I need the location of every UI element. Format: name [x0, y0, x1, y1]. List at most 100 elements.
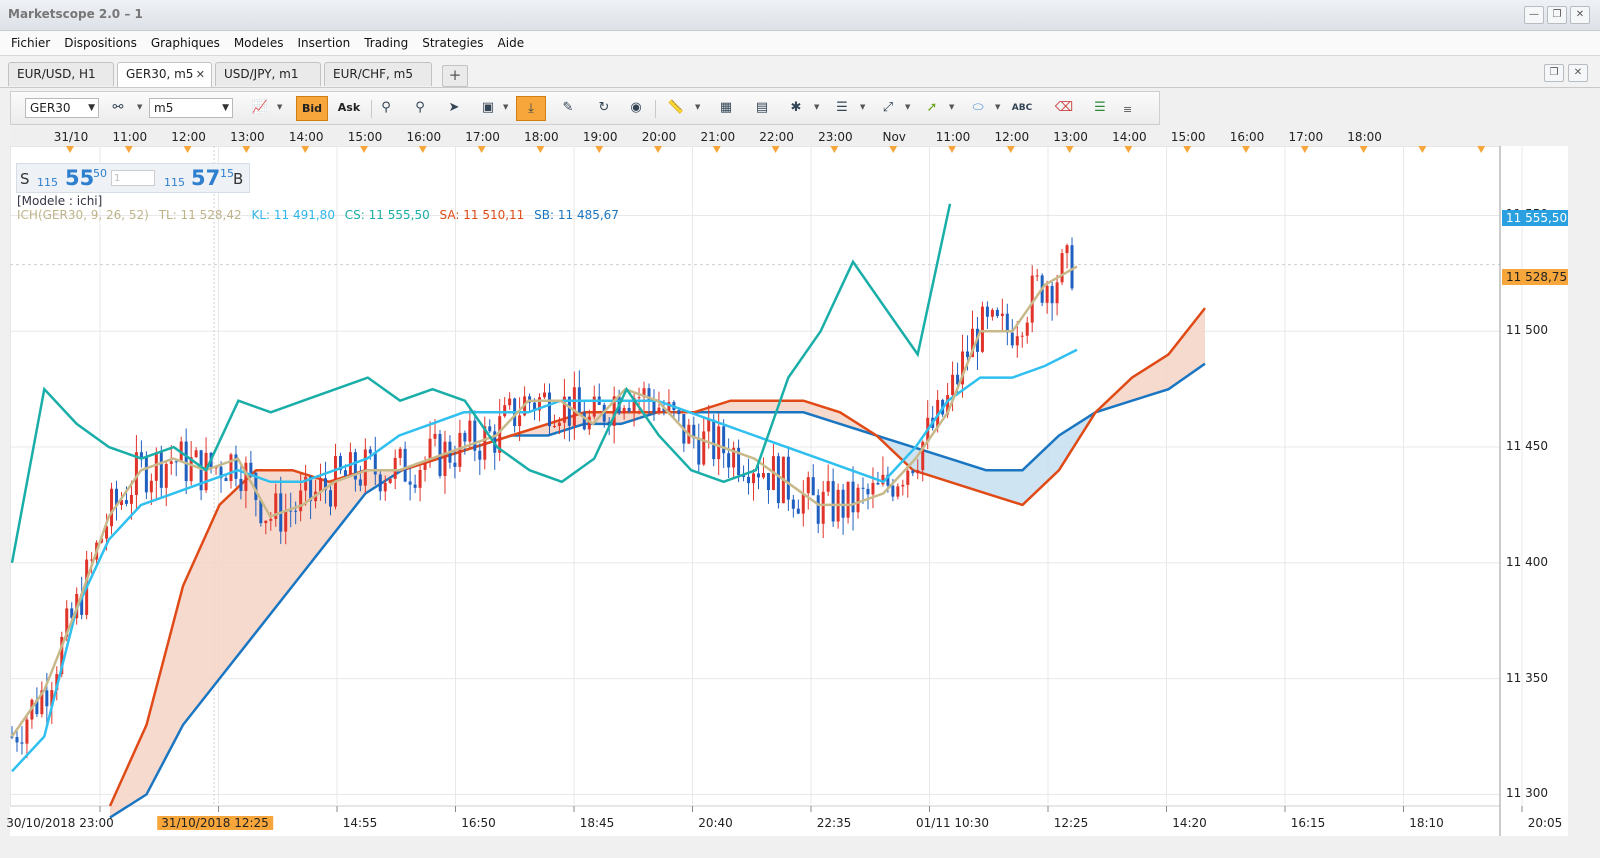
candle-body [428, 438, 432, 461]
candle-body [164, 463, 168, 488]
scroll-to-end-icon[interactable]: ⤓ [516, 96, 546, 121]
bottom-time-axis: 30/10/2018 23:00 31/10/2018 12:25 14:55 16:… [6, 812, 1562, 836]
menu-trading[interactable]: Trading [357, 31, 415, 55]
candle-body [1020, 335, 1024, 337]
candle-body [169, 461, 173, 464]
tab-usdjpy-m1[interactable]: USD/JPY, m1 [215, 62, 321, 86]
eraser-icon[interactable]: ⌫ [1051, 96, 1077, 121]
channel-icon[interactable]: ⤢ [875, 96, 901, 121]
panel-restore-button[interactable]: ❐ [1544, 64, 1564, 82]
candle-body [249, 462, 253, 473]
tab-ger30-m5[interactable]: GER30, m5 ✕ [117, 62, 212, 87]
price-axis-label: 11 500 [1506, 323, 1548, 338]
chevron-down-icon[interactable]: ▼ [860, 103, 865, 111]
candle-body [980, 306, 984, 352]
chevron-down-icon[interactable]: ▼ [695, 103, 700, 111]
horizontal-lines-icon[interactable]: ☰ [829, 96, 855, 121]
ruler-icon[interactable]: 📏 [663, 96, 689, 121]
pointer-icon[interactable]: ➤ [441, 96, 467, 121]
chevron-down-icon[interactable]: ▼ [995, 103, 1000, 111]
candle-body [786, 456, 790, 500]
bottom-time-label[interactable]: 31/10/2018 12:25 [157, 816, 273, 830]
sell-label[interactable]: S [20, 170, 30, 188]
hierarchy-icon[interactable]: ☰ [1087, 96, 1113, 121]
candle-body [433, 433, 437, 439]
globe-icon[interactable]: ◉ [623, 96, 649, 121]
candle-body [702, 431, 706, 465]
sell-price[interactable]: 55 [65, 166, 94, 190]
menu-graphiques[interactable]: Graphiques [144, 31, 227, 55]
candle-body [239, 478, 243, 492]
ask-button[interactable]: Ask [333, 96, 365, 121]
buy-prefix: 115 [164, 176, 185, 189]
menu-modeles[interactable]: Modeles [227, 31, 291, 55]
instrument-select[interactable]: GER30 ▼ [25, 98, 99, 118]
add-tab-button[interactable]: + [442, 65, 468, 87]
candle-body [756, 473, 760, 478]
candle-body [1035, 275, 1039, 277]
trendline-icon[interactable]: ➚ [919, 96, 945, 121]
fibonacci-icon[interactable]: ✱ [783, 96, 809, 121]
tab-label: GER30, m5 [126, 67, 194, 81]
chevron-down-icon[interactable]: ▼ [949, 103, 954, 111]
instrument-value: GER30 [30, 101, 71, 115]
menu-insertion[interactable]: Insertion [291, 31, 358, 55]
top-time-scale: 31/10 11:00 12:00 13:00 14:00 15:00 16:00 17:00… [10, 128, 1382, 146]
chevron-down-icon[interactable]: ▼ [277, 103, 282, 111]
candle-body [572, 387, 576, 426]
buy-label[interactable]: B [233, 170, 243, 188]
candle-body [1025, 322, 1029, 336]
menu-dispositions[interactable]: Dispositions [57, 31, 144, 55]
candle-body [408, 481, 412, 485]
close-tab-icon[interactable]: ✕ [196, 63, 205, 86]
candle-body [1045, 285, 1049, 303]
chevron-down-icon[interactable]: ▼ [137, 103, 142, 111]
indicator-kl: KL: 11 491,80 [251, 208, 335, 222]
indicator-window-icon[interactable]: ▤ [749, 96, 775, 121]
more-options-icon[interactable]: ≡ [1123, 103, 1132, 116]
menu-aide[interactable]: Aide [491, 31, 532, 55]
restore-button[interactable]: ❐ [1547, 6, 1567, 24]
minimize-button[interactable]: — [1524, 6, 1544, 24]
tab-eurchf-m5[interactable]: EUR/CHF, m5 [324, 62, 432, 86]
buy-price[interactable]: 57 [191, 166, 220, 190]
text-tool-icon[interactable]: ABC [1009, 96, 1035, 121]
zoom-out-icon[interactable]: ⚲ [407, 96, 433, 121]
candle-body [761, 473, 765, 478]
tl-price-tag: 11 528,75 [1502, 269, 1568, 285]
amount-input[interactable]: 1 [111, 170, 155, 186]
ellipse-icon[interactable]: ⬭ [965, 96, 991, 121]
candle-body [124, 500, 128, 504]
toolbar-separator [371, 100, 372, 118]
panel-close-button[interactable]: ✕ [1568, 64, 1588, 82]
candle-body [299, 490, 303, 512]
zoom-in-icon[interactable]: ⚲ [373, 96, 399, 121]
tab-eurusd-h1[interactable]: EUR/USD, H1 [8, 62, 114, 86]
image-icon[interactable]: ▦ [713, 96, 739, 121]
timeframe-select[interactable]: m5 ▼ [149, 98, 233, 118]
close-window-button[interactable]: ✕ [1570, 6, 1590, 24]
indicator-sb: SB: 11 485,67 [534, 208, 619, 222]
chart-type-icon[interactable]: 📈 [247, 96, 273, 121]
candle-body [329, 490, 333, 507]
refresh-icon[interactable]: ↻ [591, 96, 617, 121]
menu-fichier[interactable]: Fichier [4, 31, 57, 55]
candle-body [622, 407, 626, 414]
top-time-label: 17:00 [1288, 130, 1324, 144]
template-icon[interactable]: ✎ [555, 96, 581, 121]
price-axis-label: 11 450 [1506, 439, 1548, 454]
price-chart[interactable] [9, 145, 1568, 836]
top-time-label: Nov [882, 130, 906, 144]
zoom-area-icon[interactable]: ▣ [475, 96, 501, 121]
instrument-link-icon[interactable]: ⚯ [105, 96, 131, 121]
candle-body [697, 438, 701, 465]
chevron-down-icon[interactable]: ▼ [905, 103, 910, 111]
chevron-down-icon[interactable]: ▼ [503, 103, 508, 111]
title-bar: Marketscope 2.0 – 1 — ❐ ✕ [0, 0, 1600, 31]
chevron-down-icon[interactable]: ▼ [814, 103, 819, 111]
candle-body [891, 485, 895, 497]
cs-price-tag: 11 555,50 [1502, 210, 1568, 226]
menu-strategies[interactable]: Strategies [415, 31, 490, 55]
indicator-legend[interactable]: ICH(GER30, 9, 26, 52) TL: 11 528,42 KL: … [17, 208, 619, 222]
bid-button[interactable]: Bid [296, 96, 328, 121]
